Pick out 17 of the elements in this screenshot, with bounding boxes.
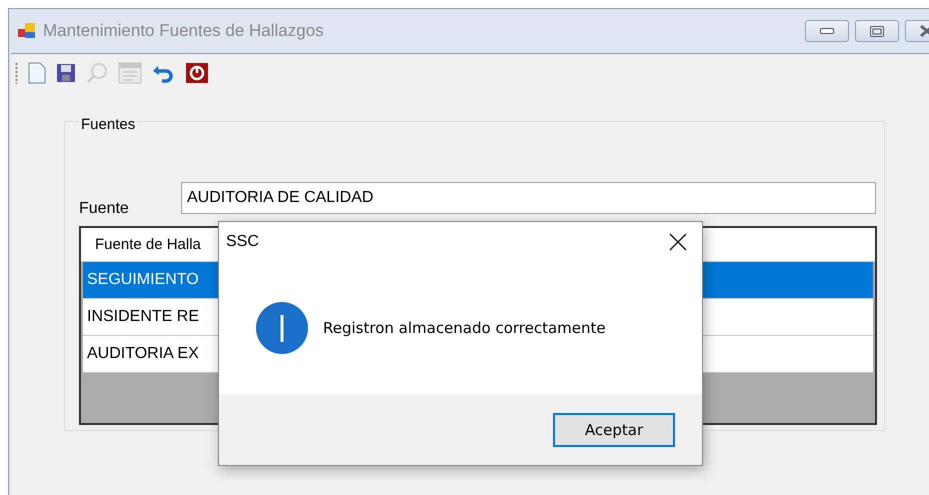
new-document-icon[interactable]: [28, 62, 46, 84]
column-header[interactable]: Fuente de Halla: [81, 236, 201, 253]
accept-button[interactable]: Aceptar: [553, 412, 675, 446]
app-icon: [17, 21, 37, 41]
info-icon: [255, 301, 309, 355]
maximize-button[interactable]: [855, 20, 899, 42]
minimize-icon: [820, 28, 834, 34]
save-icon[interactable]: [56, 63, 76, 83]
minimize-button[interactable]: [805, 20, 849, 42]
dialog-title: SSC: [226, 233, 259, 251]
maximize-icon: [870, 26, 884, 36]
window-title: Mantenimiento Fuentes de Hallazgos: [43, 21, 324, 41]
input-field[interactable]: AUDITORIA DE CALIDAD: [181, 182, 876, 214]
power-icon[interactable]: [186, 63, 208, 83]
field-label: Fuente: [79, 200, 130, 218]
dialog-message: Registron almacenado correctamente: [323, 319, 606, 337]
close-button[interactable]: [668, 232, 688, 252]
